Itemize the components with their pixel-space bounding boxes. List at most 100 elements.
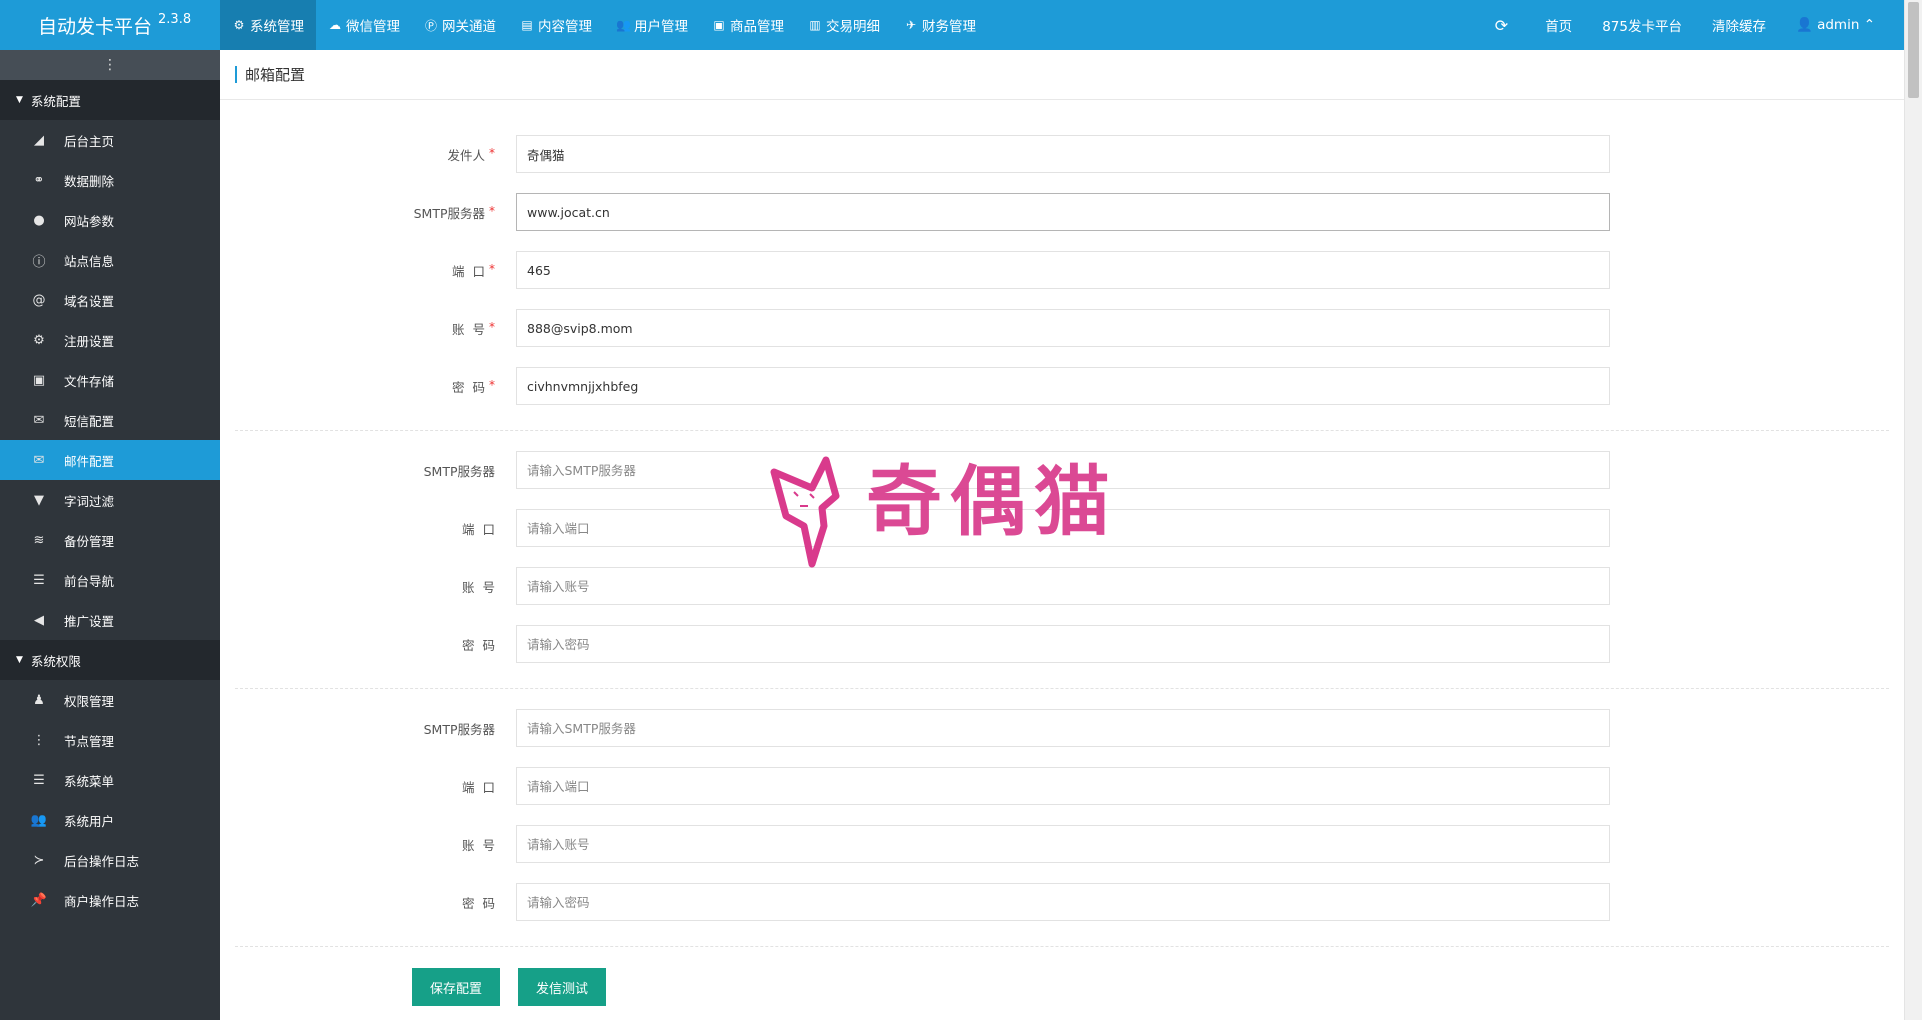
sidebar-item[interactable]: ✉ 邮件配置 (0, 440, 220, 480)
account-input[interactable] (516, 309, 1610, 347)
topnav-item[interactable]: ▥ 交易明细 (796, 0, 892, 50)
users-icon: 👥 (30, 812, 48, 828)
apple-icon: ● (33, 212, 45, 228)
form-row-port: 端 口 * (220, 251, 1904, 289)
smtp-input[interactable] (516, 193, 1610, 231)
thumb-tack-icon: 📌 (30, 892, 48, 908)
sidebar-item[interactable]: ≋ 备份管理 (0, 520, 220, 560)
account-label: 账 号 * (452, 319, 495, 337)
ellipsis-vertical-icon: ⋮ (32, 732, 46, 748)
sidebar-item-label: 数据删除 (64, 173, 115, 189)
sidebar-item[interactable]: ☰ 系统菜单 (0, 760, 220, 800)
user-name: admin (1817, 17, 1860, 33)
info-circle-icon: ⓘ (32, 254, 46, 270)
topnav-item[interactable]: ▣ 商品管理 (700, 0, 796, 50)
app-brand[interactable]: 自动发卡平台 2.3.8 (0, 0, 220, 50)
refresh-icon[interactable]: ⟳ (1480, 16, 1530, 35)
topnav-label: 用户管理 (634, 19, 688, 35)
watermark-logo: 奇偶猫 (764, 452, 1124, 570)
send-test-button[interactable]: 发信测试 (518, 968, 607, 1006)
top-right-menu: ⟳ 首页 875发卡平台 清除缓存 👤 admin ⌃ (1480, 0, 1904, 50)
sender-input[interactable] (516, 135, 1610, 173)
watermark-text: 奇偶猫 (866, 457, 1118, 546)
topnav-item[interactable]: 👥 用户管理 (604, 0, 700, 50)
backup1-account-input[interactable] (516, 567, 1610, 605)
password-input[interactable] (516, 367, 1610, 405)
backup1-smtp-label: SMTP服务器 (423, 463, 495, 479)
sidebar-item[interactable]: ⚙ 注册设置 (0, 320, 220, 360)
sidebar-item[interactable]: ◀ 推广设置 (0, 600, 220, 640)
platform-link[interactable]: 875发卡平台 (1587, 15, 1697, 35)
sidebar-item-label: 站点信息 (64, 253, 115, 269)
sidebar-item[interactable]: ▣ 文件存储 (0, 360, 220, 400)
app-title: 自动发卡平台 (38, 15, 153, 38)
page-scrollbar[interactable] (1904, 0, 1922, 1020)
list-icon: ☰ (33, 772, 45, 788)
backup2-password-input[interactable] (516, 883, 1610, 921)
topnav-item[interactable]: Ⓟ 网关通道 (412, 0, 508, 50)
sidebar-item[interactable]: ⓘ 站点信息 (0, 240, 220, 280)
save-config-button[interactable]: 保存配置 (412, 968, 501, 1006)
at-icon: @ (32, 292, 46, 308)
port-label: 端 口 * (452, 261, 495, 279)
scrollbar-thumb[interactable] (1908, 2, 1919, 98)
backup1-port-label: 端 口 (462, 521, 495, 537)
topnav-label: 商品管理 (730, 19, 784, 35)
form-row-backup2-port: 端 口 (220, 767, 1904, 805)
sidebar-item[interactable]: 👥 系统用户 (0, 800, 220, 840)
user-menu[interactable]: 👤 admin ⌃ (1781, 17, 1890, 33)
topnav-item[interactable]: ☁ 微信管理 (316, 0, 412, 50)
sidebar-item[interactable]: ⋮ 节点管理 (0, 720, 220, 760)
page-title: 邮箱配置 (245, 66, 306, 84)
password-label: 密 码 * (452, 377, 495, 395)
sidebar-item-label: 后台操作日志 (64, 853, 140, 869)
backup2-smtp-label: SMTP服务器 (423, 721, 495, 737)
link-icon: ⚭ (33, 172, 45, 188)
sidebar-item-label: 商户操作日志 (64, 893, 140, 909)
backup2-port-label: 端 口 (462, 779, 495, 795)
backup2-port-input[interactable] (516, 767, 1610, 805)
sidebar-item[interactable]: ⚭ 数据删除 (0, 160, 220, 200)
sidebar-item[interactable]: ● 网站参数 (0, 200, 220, 240)
backup2-account-input[interactable] (516, 825, 1610, 863)
file-icon: ▤ (521, 18, 533, 32)
sidebar-group-label: 系统权限 (30, 653, 81, 669)
form-row-account: 账 号 * (220, 309, 1904, 347)
top-navbar: 自动发卡平台 2.3.8 ⚙ 系统管理 ☁ 微信管理 Ⓟ 网关通道 ▤ 内容管理 👥 用户管理 ▣ 商… (0, 0, 1904, 50)
sidebar-item-label: 网站参数 (64, 213, 115, 229)
sidebar-group[interactable]: ▼ 系统权限 (0, 640, 220, 680)
sidebar-item-label: 域名设置 (64, 293, 115, 309)
sidebar-group[interactable]: ▼ 系统配置 (0, 80, 220, 120)
topnav-item[interactable]: ✈ 财务管理 (892, 0, 988, 50)
floppy-icon: ▣ (32, 372, 46, 388)
sidebar-item-label: 后台主页 (64, 133, 115, 149)
sidebar-item-label: 邮件配置 (64, 453, 115, 469)
sidebar-item[interactable]: ≻ 后台操作日志 (0, 840, 220, 880)
form-row-backup2-smtp: SMTP服务器 (220, 709, 1904, 747)
sidebar-item[interactable]: @ 域名设置 (0, 280, 220, 320)
sidebar-item[interactable]: ✉ 短信配置 (0, 400, 220, 440)
clear-cache-link[interactable]: 清除缓存 (1697, 15, 1781, 35)
backup1-password-input[interactable] (516, 625, 1610, 663)
sidebar-item[interactable]: ♟ 权限管理 (0, 680, 220, 720)
bar-chart-icon: ▥ (809, 18, 821, 32)
sidebar-item-label: 系统用户 (64, 813, 115, 829)
sidebar-item[interactable]: 📌 商户操作日志 (0, 880, 220, 920)
sidebar-item[interactable]: ☰ 前台导航 (0, 560, 220, 600)
topnav-label: 财务管理 (922, 19, 976, 35)
home-link[interactable]: 首页 (1530, 15, 1587, 35)
topnav-item[interactable]: ▤ 内容管理 (508, 0, 604, 50)
shopping-bag-icon: ▣ (713, 18, 725, 32)
bars-icon: ☰ (33, 572, 45, 588)
cog-icon: ⚙ (33, 332, 45, 348)
sidebar-item-label: 节点管理 (64, 733, 115, 749)
sidebar-toggle[interactable]: ⋮ (0, 50, 220, 80)
port-input[interactable] (516, 251, 1610, 289)
title-accent-bar (235, 66, 237, 83)
sidebar-item[interactable]: ◢ 后台主页 (0, 120, 220, 160)
sidebar-item[interactable]: ▼ 字词过滤 (0, 480, 220, 520)
topnav-item[interactable]: ⚙ 系统管理 (220, 0, 316, 50)
envelope-icon: ✉ (33, 452, 45, 468)
backup2-smtp-input[interactable] (516, 709, 1610, 747)
cat-logo-icon (770, 456, 840, 568)
